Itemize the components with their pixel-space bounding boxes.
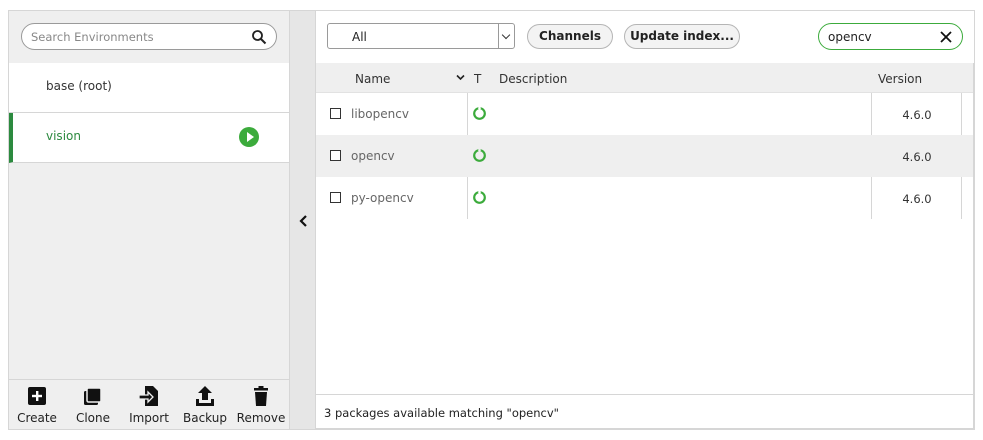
column-header-name[interactable]: Name xyxy=(355,72,390,86)
clone-label: Clone xyxy=(75,411,111,425)
package-name: libopencv xyxy=(351,107,409,121)
table-row[interactable]: opencv 4.6.0 xyxy=(316,135,973,177)
import-icon xyxy=(138,386,158,406)
column-header-version[interactable]: Version xyxy=(878,72,922,86)
package-name: py-opencv xyxy=(351,191,414,205)
package-name: opencv xyxy=(351,149,395,163)
create-button[interactable]: Create xyxy=(9,380,65,430)
status-bar: 3 packages available matching "opencv" xyxy=(316,395,974,429)
table-row[interactable]: py-opencv 4.6.0 xyxy=(316,177,973,219)
row-checkbox[interactable] xyxy=(330,108,341,119)
status-ring-icon xyxy=(473,190,486,204)
upload-icon xyxy=(196,386,214,406)
environment-item-base[interactable]: base (root) xyxy=(9,63,289,113)
package-version: 4.6.0 xyxy=(902,192,932,206)
row-checkbox[interactable] xyxy=(330,150,341,161)
status-ring-icon xyxy=(473,106,486,120)
package-version: 4.6.0 xyxy=(902,150,932,164)
close-icon[interactable] xyxy=(939,30,953,44)
table-row[interactable]: libopencv 4.6.0 xyxy=(316,93,973,135)
trash-icon xyxy=(254,386,268,406)
environment-actions-bar: Create Clone Import Backup Remove xyxy=(9,379,289,429)
environment-search-input[interactable] xyxy=(31,28,241,46)
collapse-panel-handle[interactable] xyxy=(290,11,316,429)
package-filter-select[interactable]: All xyxy=(327,23,515,49)
sort-chevron-icon[interactable] xyxy=(456,73,465,82)
environments-panel: base (root) vision Create xyxy=(9,11,290,429)
environment-list: base (root) vision xyxy=(9,63,289,163)
column-header-description[interactable]: Description xyxy=(499,72,567,86)
environment-name: base (root) xyxy=(46,79,112,93)
packages-table: Name T Description Version libopencv 4.6… xyxy=(316,63,974,395)
import-button[interactable]: Import xyxy=(121,380,177,430)
status-text: 3 packages available matching "opencv" xyxy=(324,406,559,420)
create-label: Create xyxy=(17,411,57,425)
copy-icon xyxy=(84,387,102,405)
search-icon[interactable] xyxy=(251,29,267,45)
package-filter-value: All xyxy=(352,30,367,44)
package-search-input[interactable] xyxy=(828,28,938,46)
update-index-button[interactable]: Update index... xyxy=(624,24,740,49)
navigator-environments-window: base (root) vision Create xyxy=(8,10,975,430)
plus-square-icon xyxy=(28,387,46,405)
backup-label: Backup xyxy=(183,411,227,425)
remove-label: Remove xyxy=(236,411,286,425)
packages-toolbar: All Channels Update index... xyxy=(316,11,974,63)
channels-button[interactable]: Channels xyxy=(527,24,613,49)
clone-button[interactable]: Clone xyxy=(65,380,121,430)
play-icon[interactable] xyxy=(239,127,259,147)
import-label: Import xyxy=(129,411,169,425)
backup-button[interactable]: Backup xyxy=(177,380,233,430)
chevron-left-icon[interactable] xyxy=(298,214,308,228)
remove-button[interactable]: Remove xyxy=(233,380,289,430)
environment-name: vision xyxy=(46,129,81,143)
package-search-box[interactable] xyxy=(818,23,963,50)
package-version: 4.6.0 xyxy=(902,108,932,122)
environment-item-vision[interactable]: vision xyxy=(9,113,289,163)
packages-panel: All Channels Update index... Name T De xyxy=(316,11,974,429)
status-ring-icon xyxy=(473,148,486,162)
environment-search-box[interactable] xyxy=(21,23,277,50)
table-header: Name T Description Version xyxy=(316,63,973,93)
row-checkbox[interactable] xyxy=(330,192,341,203)
column-header-type[interactable]: T xyxy=(474,72,481,86)
chevron-down-icon[interactable] xyxy=(498,24,514,48)
